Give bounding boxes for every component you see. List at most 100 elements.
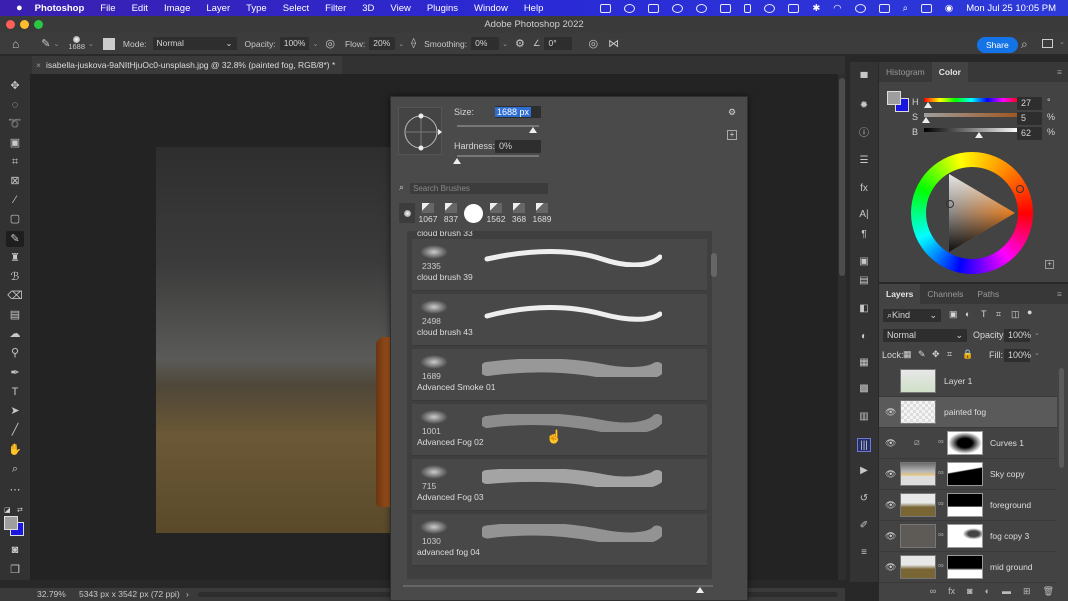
filter-pixel-icon[interactable]: ▣ [949,309,958,320]
globe-icon[interactable] [672,3,684,13]
size-slider-track[interactable] [457,125,539,127]
brush-tool-icon[interactable]: ✎ [41,37,50,50]
filter-kind-dropdown[interactable]: ⌕Kind ⌄ [883,309,941,322]
hue-slider[interactable] [924,98,1019,102]
layout-icon[interactable] [788,3,800,13]
patterns-icon[interactable]: ▦ [857,356,871,370]
color-wheel[interactable] [911,152,1033,274]
default-colors-icon[interactable]: ◪ [4,506,11,514]
eyedropper-tool-icon[interactable]: ⁄ [6,192,24,208]
recent-brush[interactable]: 1689 [532,202,552,224]
menu-view[interactable]: View [390,3,410,14]
brush-list-item[interactable]: 2498 cloud brush 43 [412,294,707,346]
layer-name[interactable]: fog copy 3 [990,531,1029,541]
filter-adjustment-icon[interactable]: ◐ [965,309,970,319]
lock-position-icon[interactable]: ✥ [932,349,940,360]
recent-brush[interactable]: 837 [441,202,461,224]
character-icon[interactable]: A| [857,208,871,222]
bookmark-icon[interactable] [744,3,752,13]
apple-icon[interactable]: ● [16,2,23,14]
smoothing-settings-gear-icon[interactable]: ⚙ [515,37,525,50]
dodge-tool-icon[interactable]: ⚲ [6,345,24,361]
layer-row-selected[interactable]: 👁 painted fog [879,397,1057,428]
picker-settings-gear-icon[interactable]: ⚙ [728,107,736,118]
tab-paths[interactable]: Paths [970,284,1006,304]
close-window-button[interactable] [6,20,15,29]
visibility-eye-icon[interactable]: 👁 [885,469,896,480]
properties-icon[interactable]: ☰ [857,154,871,168]
eraser-tool-icon[interactable]: ⌫ [6,288,24,304]
new-preset-icon[interactable]: + [727,130,737,140]
canvas-scroll-thumb[interactable] [839,78,845,276]
share-button[interactable]: Share [977,37,1018,53]
bluetooth-icon[interactable]: ✱ [812,3,820,14]
layer-opacity-chevron-icon[interactable]: ⌄ [1034,329,1040,337]
document-image[interactable] [156,147,390,533]
libraries-icon[interactable]: ▣ [857,255,871,269]
lasso-tool-icon[interactable]: ➰ [6,116,24,132]
opacity-input[interactable]: 100% [279,37,310,50]
menu-filter[interactable]: Filter [325,3,346,14]
edit-toolbar-icon[interactable]: ⋯ [6,482,24,498]
brightness-slider[interactable] [924,128,1019,132]
styles-fx-icon[interactable]: fx [857,182,871,196]
layer-name[interactable]: Curves 1 [990,438,1024,448]
comments-icon[interactable]: ▀ [857,72,871,86]
control-center-icon[interactable] [920,3,932,13]
layer-mask-thumbnail[interactable] [947,524,983,548]
blend-mode-dropdown[interactable]: Normal ⌄ [883,329,967,342]
color-triangle[interactable] [911,152,1033,274]
brush-list-item[interactable]: 2335 cloud brush 39 [412,239,707,291]
brushes-panel-icon[interactable]: ||| [857,438,871,452]
line-tool-icon[interactable]: ╱ [6,422,24,438]
recent-brush[interactable]: 1067 [418,202,438,224]
swatches-icon[interactable]: ▩ [857,382,871,396]
brush-list-scroll-thumb[interactable] [711,253,717,277]
pressure-size-icon[interactable]: ◎ [588,37,598,50]
swap-colors-icon[interactable]: ⇄ [17,506,23,514]
zoom-window-button[interactable] [34,20,43,29]
layer-row[interactable]: 👁 ⧄ ∞ Curves 1 [879,428,1057,459]
recent-brush-hard-round[interactable] [464,203,483,223]
history-brush-tool-icon[interactable]: ℬ [6,269,24,285]
brush-list-item[interactable]: 715 Advanced Fog 03 [412,459,707,511]
marquee-tool-icon[interactable]: ◌ [6,97,24,113]
link-icon[interactable]: ∞ [938,499,944,508]
recent-brush-soft-round[interactable] [399,203,415,223]
keyboard-icon[interactable] [878,3,890,13]
clone-stamp-tool-icon[interactable]: ♜ [6,250,24,266]
arc-icon[interactable] [764,3,776,13]
zoom-level[interactable]: 32.79% [37,588,66,601]
layer-row[interactable]: 👁 ∞ Sky copy [879,459,1057,490]
thumbnail-size-slider-track[interactable] [403,585,713,587]
lock-artboard-icon[interactable]: ⌗ [947,349,952,360]
brush-list-item[interactable]: 1030 advanced fog 04 [412,514,707,566]
pen-tool-icon[interactable]: ✒ [6,365,24,381]
dropbox-icon[interactable] [648,3,660,13]
link-layers-icon[interactable]: ∞ [930,586,936,601]
airbrush-icon[interactable]: ⟠ [411,38,416,49]
link-icon[interactable]: ∞ [938,468,944,477]
layer-name[interactable]: painted fog [944,407,986,417]
opacity-chevron-icon[interactable]: ⌄ [312,40,318,48]
smoothing-input[interactable]: 0% [471,37,500,50]
type-tool-icon[interactable]: T [6,384,24,400]
tab-layers[interactable]: Layers [879,284,921,304]
healing-brush-tool-icon[interactable]: ▢ [6,211,24,227]
new-group-folder-icon[interactable]: ▬ [1002,586,1011,601]
brush-angle-preview[interactable] [398,107,442,155]
layer-opacity-input[interactable]: 100% [1004,329,1031,342]
brightness-slider-thumb[interactable] [975,132,983,138]
hardness-input[interactable]: 0% [495,140,541,153]
brush-settings-icon[interactable]: ✐ [857,519,871,533]
filter-shape-icon[interactable]: ⌗ [996,309,1001,320]
size-input[interactable]: 1688 px [495,106,541,118]
lock-transparent-icon[interactable]: ▦ [903,349,912,360]
hardness-slider-thumb[interactable] [453,158,461,164]
fill-input[interactable]: 100% [1004,349,1031,362]
layers-scroll-thumb[interactable] [1059,368,1064,468]
visibility-eye-icon[interactable]: 👁 [885,500,896,511]
status-app-icon[interactable] [624,3,636,13]
close-tab-icon[interactable]: × [36,56,41,74]
link-icon[interactable]: ∞ [938,530,944,539]
